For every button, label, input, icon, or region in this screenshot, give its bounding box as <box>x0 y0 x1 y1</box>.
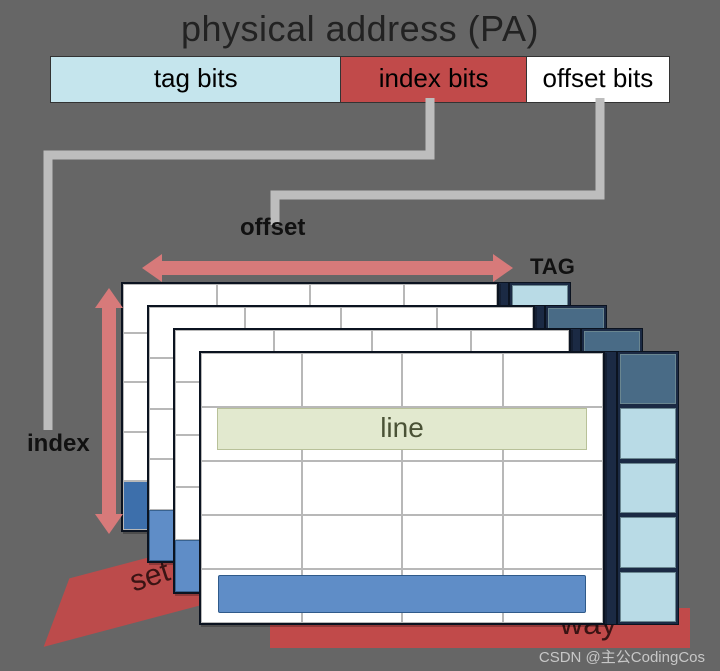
watermark: CSDN @主公CodingCos <box>539 646 705 667</box>
cache-cell <box>503 353 604 407</box>
cache-cell <box>402 353 503 407</box>
tag-column-label: TAG <box>530 254 575 280</box>
tag-cell <box>620 517 676 567</box>
offset-arrow <box>160 261 495 275</box>
cache-cell <box>302 461 403 515</box>
arrow-right-icon <box>493 254 513 282</box>
cache-cell <box>503 461 604 515</box>
cache-cell <box>302 515 403 569</box>
cache-cell <box>402 461 503 515</box>
arrow-up-icon <box>95 288 123 308</box>
cache-cell <box>402 515 503 569</box>
cache-cell <box>201 461 302 515</box>
line-label: line <box>380 412 424 443</box>
cache-cell <box>503 515 604 569</box>
arrow-left-icon <box>142 254 162 282</box>
selected-set-row <box>218 575 586 613</box>
tag-cell <box>620 463 676 513</box>
tag-cell <box>620 354 676 404</box>
cache-cell <box>302 353 403 407</box>
arrow-down-icon <box>95 514 123 534</box>
index-label: index <box>27 430 90 458</box>
offset-label: offset <box>240 214 305 242</box>
tag-column <box>617 351 679 625</box>
cache-cell <box>201 353 302 407</box>
tag-cell <box>620 408 676 458</box>
tag-cell <box>620 572 676 622</box>
index-arrow <box>102 306 116 516</box>
cache-line-highlight: line <box>217 408 587 450</box>
cache-cell <box>201 515 302 569</box>
